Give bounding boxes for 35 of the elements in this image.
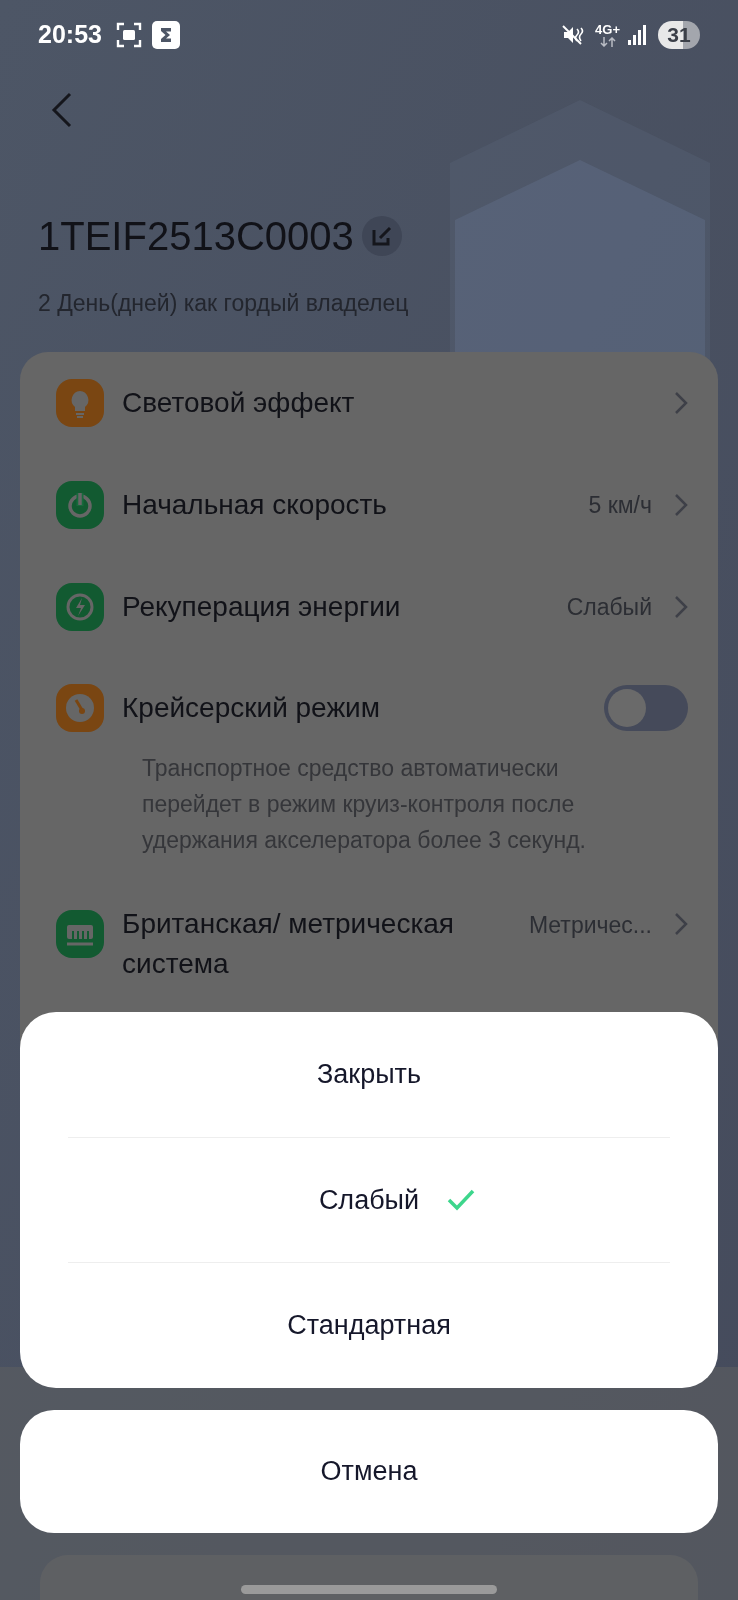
- setting-label[interactable]: Начальная скорость: [122, 485, 589, 525]
- check-icon: [447, 1188, 476, 1212]
- edit-icon[interactable]: [361, 216, 402, 256]
- cancel-button[interactable]: Отмена: [20, 1410, 718, 1533]
- bulb-icon: [56, 379, 104, 427]
- network-type: 4G+: [595, 23, 620, 37]
- setting-label[interactable]: Британская/ метрическая система: [122, 904, 529, 984]
- power-icon: [56, 481, 104, 529]
- chevron-icon[interactable]: [674, 391, 688, 415]
- status-time: 20:53: [38, 19, 102, 51]
- ruler-icon: [56, 910, 104, 958]
- chevron-icon[interactable]: [674, 595, 688, 619]
- back-icon[interactable]: [50, 92, 74, 128]
- chevron-icon[interactable]: [674, 912, 688, 936]
- chevron-icon[interactable]: [674, 493, 688, 517]
- setting-value: Слабый: [566, 592, 652, 622]
- setting-label[interactable]: Крейсерский режим: [122, 688, 604, 728]
- toggle-switch[interactable]: [604, 685, 688, 731]
- vehicle-name: 1TEIF2513C0003: [38, 213, 354, 260]
- data-arrows-icon: [598, 37, 617, 47]
- home-indicator[interactable]: [241, 1585, 497, 1594]
- setting-value: 5 км/ч: [588, 490, 652, 520]
- battery-indicator: 31: [658, 21, 700, 49]
- setting-label[interactable]: Световой эффект: [122, 383, 674, 423]
- screenshot-icon: [115, 22, 142, 48]
- option-item[interactable]: Слабый: [68, 1137, 670, 1263]
- sigma-app-icon: [151, 21, 180, 49]
- setting-label[interactable]: Рекуперация энергии: [122, 587, 567, 627]
- mute-icon: [561, 23, 586, 47]
- gauge-icon: [56, 684, 104, 732]
- lightning-cycle-icon: [56, 583, 104, 631]
- option-item[interactable]: Закрыть: [68, 1012, 670, 1137]
- signal-icon: [628, 25, 648, 45]
- option-item[interactable]: Стандартная: [68, 1263, 670, 1388]
- setting-value: Метричес...: [528, 911, 652, 940]
